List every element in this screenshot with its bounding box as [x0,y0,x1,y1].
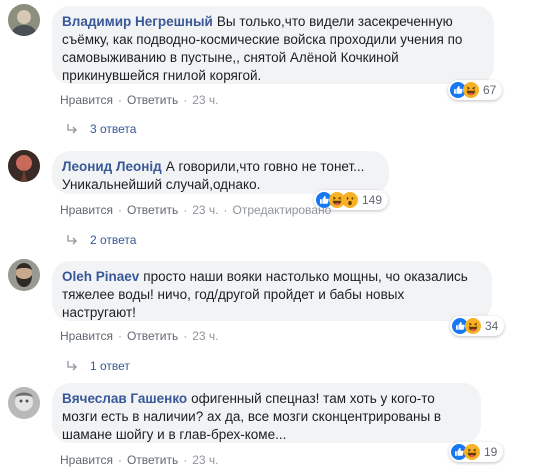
view-replies-link[interactable]: 3 ответа [66,122,136,136]
avatar[interactable] [8,150,40,182]
reply-link[interactable]: Ответить [127,453,178,467]
comment-author[interactable]: Oleh Pinaev [62,269,139,284]
comment-bubble: Леонид Леонід А говорили,что говно не тон… [52,151,389,194]
comment-author[interactable]: Владимир Негрешный [62,14,213,29]
haha-icon [465,318,481,334]
comment-timestamp[interactable]: 23 ч. [192,453,218,467]
replies-count-label: 2 ответа [90,233,137,247]
view-replies-link[interactable]: 2 ответа [66,233,136,247]
comment-actions: Нравится · Ответить · 23 ч. [60,93,219,107]
like-link[interactable]: Нравится [60,453,113,467]
avatar[interactable] [8,259,40,291]
avatar[interactable] [8,4,40,36]
reaction-count: 149 [362,193,383,207]
avatar-photo-icon [8,4,40,36]
reply-arrow-icon [66,123,78,135]
haha-icon [463,82,479,98]
reaction-count: 67 [483,83,497,97]
comment-bubble: Вячеслав Гашенко офигенный спецназ! там х… [52,383,481,443]
comment-timestamp[interactable]: 23 ч. [192,93,218,107]
comment-author[interactable]: Вячеслав Гашенко [62,391,187,406]
reaction-summary[interactable]: 19 [449,442,504,462]
comment-actions: Нравится · Ответить · 23 ч. [60,453,219,467]
reply-link[interactable]: Ответить [127,93,178,107]
avatar-photo-icon [8,387,40,419]
avatar-photo-icon [8,259,40,291]
haha-icon [464,444,480,460]
replies-count-label: 3 ответа [90,122,137,136]
comment-actions: Нравится · Ответить · 23 ч. [60,329,219,343]
comment-actions: Нравится · Ответить · 23 ч. · Отредактир… [60,203,331,217]
reply-arrow-icon [66,360,78,372]
like-link[interactable]: Нравится [60,93,113,107]
avatar-photo-icon [8,150,40,182]
comment-bubble: Oleh Pinaev просто наши вояки настолько м… [52,261,492,321]
wow-icon [342,192,358,208]
like-link[interactable]: Нравится [60,329,113,343]
separator-dot: · [183,203,188,217]
separator-dot: · [183,93,188,107]
like-link[interactable]: Нравится [60,203,113,217]
comment-timestamp[interactable]: 23 ч. [192,203,218,217]
separator-dot: · [183,329,188,343]
comment-bubble: Владимир Негрешный Вы только,что видели з… [52,6,494,84]
view-replies-link[interactable]: 1 ответ [66,359,130,373]
reply-link[interactable]: Ответить [127,329,178,343]
separator-dot: · [117,453,122,467]
separator-dot: · [117,329,122,343]
reaction-summary[interactable]: 67 [448,80,503,100]
separator-dot: · [183,453,188,467]
reply-link[interactable]: Ответить [127,203,178,217]
edited-label[interactable]: Отредактировано [233,203,332,217]
reaction-summary[interactable]: 34 [450,316,505,336]
separator-dot: · [117,93,122,107]
replies-count-label: 1 ответ [90,359,130,373]
reaction-count: 19 [484,445,498,459]
comment-timestamp[interactable]: 23 ч. [192,329,218,343]
avatar[interactable] [8,387,40,419]
separator-dot: · [117,203,122,217]
reply-arrow-icon [66,234,78,246]
separator-dot: · [223,203,228,217]
comment-author[interactable]: Леонид Леонід [62,159,162,174]
reaction-count: 34 [485,319,499,333]
